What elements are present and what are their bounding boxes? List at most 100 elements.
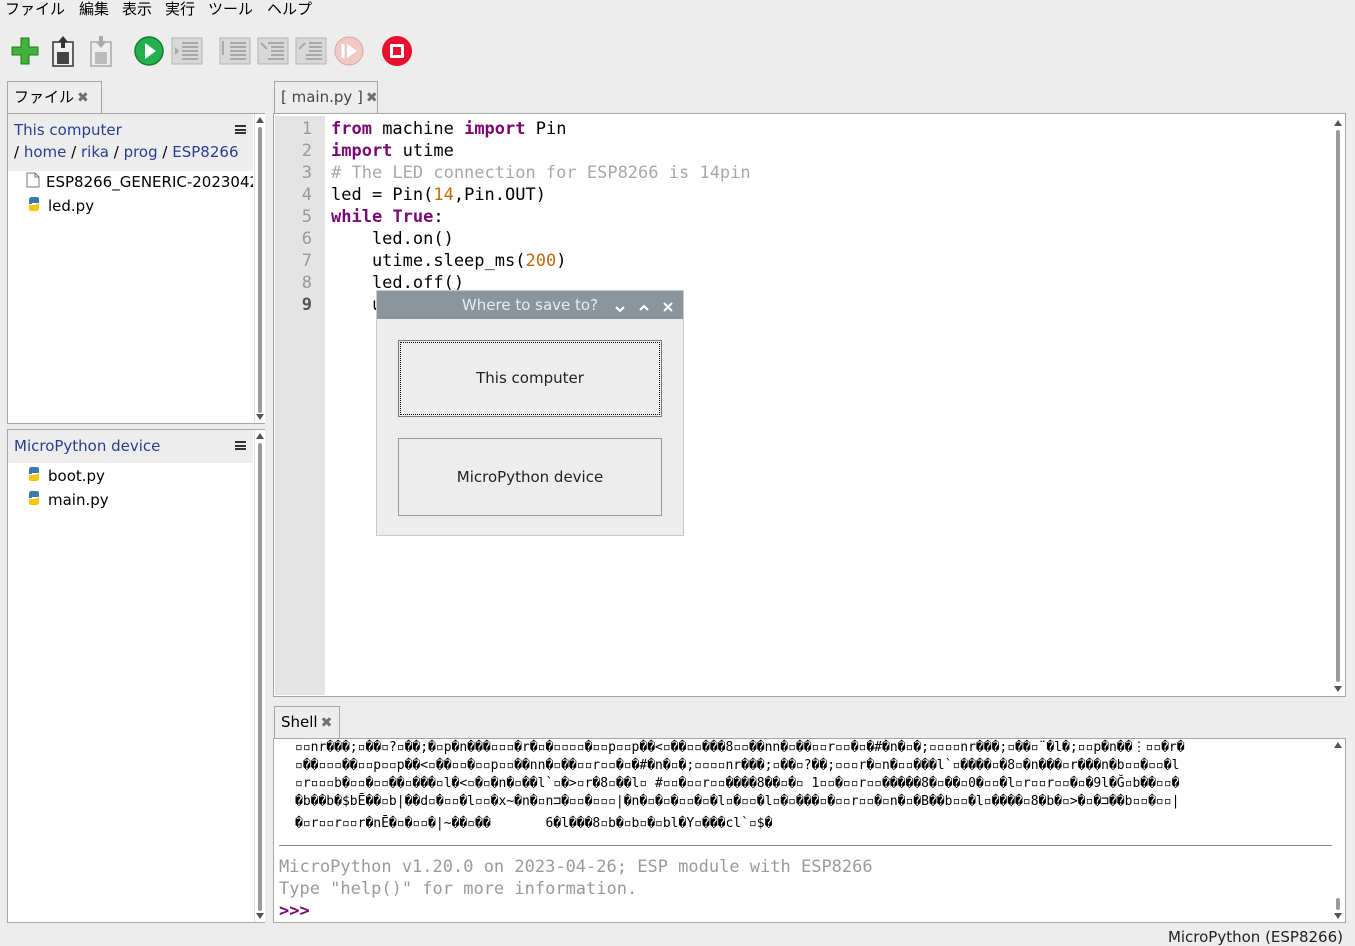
minimize-button[interactable]	[614, 300, 626, 318]
step-over-button[interactable]	[219, 35, 251, 67]
stop-icon	[382, 36, 412, 66]
code-line[interactable]: utime.sleep_ms(200)	[331, 250, 751, 272]
play-icon	[134, 36, 164, 66]
chevron-up-icon	[639, 304, 649, 311]
resume-icon	[334, 36, 364, 66]
tab-files[interactable]: ファイル ✖	[7, 81, 102, 113]
this-computer-panel: This computer / home / rika / prog / ESP…	[7, 113, 265, 424]
line-number: 5	[301, 207, 312, 227]
file-item[interactable]: ESP8266_GENERIC-2023042	[26, 171, 253, 193]
close-icon	[663, 302, 673, 312]
python-file-icon	[26, 196, 42, 218]
step-out-button[interactable]	[295, 35, 327, 67]
device-title: MicroPython device	[14, 437, 161, 455]
python-file-icon	[26, 490, 42, 512]
debug-button[interactable]	[171, 35, 203, 67]
breadcrumb-separator: /	[113, 143, 119, 161]
breadcrumb-separator: /	[14, 143, 20, 161]
menu-run[interactable]: 実行	[165, 0, 195, 19]
code-line[interactable]: from machine import Pin	[331, 118, 751, 140]
close-icon[interactable]: ✖	[366, 90, 378, 106]
step-out-icon	[295, 37, 327, 65]
code-line[interactable]: led.on()	[331, 228, 751, 250]
step-over-icon	[219, 37, 251, 65]
line-number: 4	[301, 185, 312, 205]
shell-output-line: ▫▫nr���;▫��▫?▫��;�▫p�n���▫▫▫�r�▫�▫▫▫▫�▫▫…	[295, 740, 1185, 755]
file-item[interactable]: boot.py	[26, 465, 105, 487]
line-number: 3	[301, 163, 312, 183]
breadcrumb-home[interactable]: home	[24, 143, 67, 161]
save-icon	[90, 36, 112, 67]
line-number: 2	[301, 141, 312, 161]
interpreter-status[interactable]: MicroPython (ESP8266)	[1100, 928, 1343, 946]
file-name: led.py	[48, 197, 95, 215]
this-computer-button[interactable]: This computer	[398, 340, 662, 417]
shell-input[interactable]	[313, 903, 1328, 921]
plus-icon	[11, 37, 39, 65]
run-button[interactable]	[133, 35, 165, 67]
menu-icon[interactable]	[235, 441, 246, 450]
file-name: boot.py	[48, 467, 105, 485]
python-file-icon	[26, 466, 42, 488]
file-item[interactable]: main.py	[26, 489, 109, 511]
menu-file[interactable]: ファイル	[5, 0, 65, 19]
stop-button[interactable]	[381, 35, 413, 67]
line-number: 7	[301, 251, 312, 271]
dialog-titlebar[interactable]: Where to save to?	[377, 291, 683, 319]
menu-bar: ファイル 編集 表示 実行 ツール ヘルプ	[0, 0, 1355, 22]
device-header: MicroPython device	[8, 430, 253, 463]
file-icon	[26, 172, 40, 194]
breadcrumb: / home / rika / prog / ESP8266	[14, 143, 238, 161]
shell-output-line: �▫r▫▫r▫▫r�nĒ�▫�▫▫�|~��▫�� 6�l���8▫b�▫b▫�…	[295, 816, 773, 831]
micropython-device-button[interactable]: MicroPython device	[398, 438, 662, 516]
menu-help[interactable]: ヘルプ	[267, 0, 312, 19]
menu-edit[interactable]: 編集	[79, 0, 109, 19]
menu-icon[interactable]	[235, 125, 246, 134]
breadcrumb-prog[interactable]: prog	[124, 143, 158, 161]
close-button[interactable]	[662, 299, 674, 317]
shell-prompt: >>>	[279, 901, 310, 921]
open-file-button[interactable]	[48, 35, 80, 67]
shell-scrollbar[interactable]	[1333, 740, 1343, 921]
step-into-icon	[257, 37, 289, 65]
editor-scrollbar[interactable]	[1333, 116, 1343, 694]
resume-button[interactable]	[333, 35, 365, 67]
scrollbar[interactable]	[254, 430, 265, 922]
menu-tools[interactable]: ツール	[208, 0, 253, 19]
save-file-button[interactable]	[86, 35, 118, 67]
menu-view[interactable]: 表示	[122, 0, 152, 19]
shell-output-line: ▫��▫▫▫��▫▫p▫▫p��<▫��▫▫�▫▫p▫▫��nn�▫��▫▫r▫…	[295, 758, 1180, 773]
code-line[interactable]: # The LED connection for ESP8266 is 14pi…	[331, 162, 751, 184]
file-name: ESP8266_GENERIC-2023042	[46, 173, 253, 191]
breadcrumb-esp8266[interactable]: ESP8266	[172, 143, 238, 161]
code-line[interactable]: while True:	[331, 206, 751, 228]
shell-banner: MicroPython v1.20.0 on 2023-04-26; ESP m…	[279, 857, 873, 877]
toolbar	[0, 30, 420, 74]
new-file-button[interactable]	[9, 35, 41, 67]
tab-main-py[interactable]: [ main.py ] ✖	[274, 81, 378, 113]
file-name: main.py	[48, 491, 109, 509]
step-into-button[interactable]	[257, 35, 289, 67]
tab-shell[interactable]: Shell ✖	[274, 706, 340, 738]
debug-icon	[171, 37, 203, 65]
line-number: 8	[301, 273, 312, 293]
line-number: 6	[301, 229, 312, 249]
shell-divider	[279, 845, 1332, 846]
file-item[interactable]: led.py	[26, 195, 94, 217]
tab-shell-label: Shell	[281, 713, 318, 731]
save-location-dialog: Where to save to? This computer MicroPyt…	[376, 290, 684, 536]
this-computer-title: This computer	[14, 121, 122, 139]
close-icon[interactable]: ✖	[77, 90, 89, 106]
scrollbar[interactable]	[254, 114, 265, 423]
load-icon	[52, 36, 74, 67]
chevron-down-icon	[615, 306, 625, 313]
close-icon[interactable]: ✖	[321, 715, 333, 731]
code-line[interactable]: import utime	[331, 140, 751, 162]
breadcrumb-separator: /	[162, 143, 168, 161]
breadcrumb-separator: /	[71, 143, 77, 161]
shell-output-line: ▫r▫▫▫b�▫▫�▫▫��▫���▫l�<▫�▫�n�▫��l`▫�>▫r�8…	[295, 776, 1180, 791]
code-line[interactable]: led = Pin(14,Pin.OUT)	[331, 184, 751, 206]
maximize-button[interactable]	[638, 299, 650, 317]
breadcrumb-rika[interactable]: rika	[81, 143, 109, 161]
tab-main-py-label: [ main.py ]	[281, 88, 363, 106]
